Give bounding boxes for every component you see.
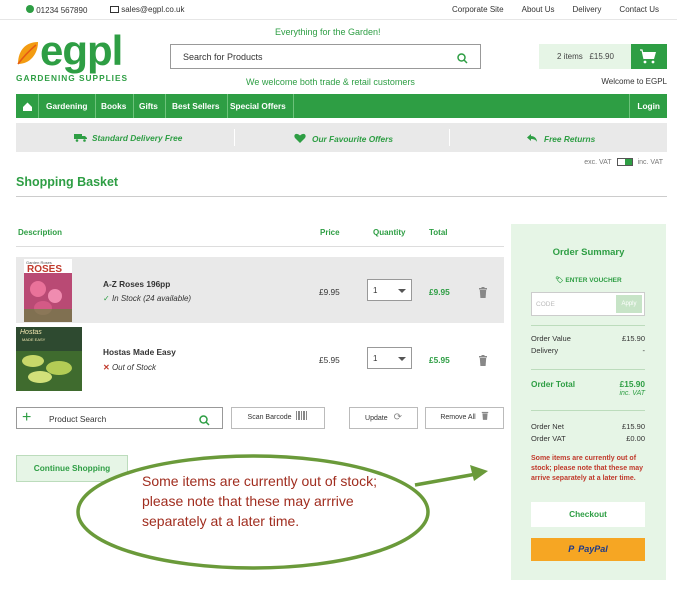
product-name[interactable]: A-Z Roses 196pp: [103, 279, 170, 289]
search-box[interactable]: Search for Products: [170, 44, 481, 69]
vat-ex-label: exc. VAT: [584, 158, 612, 166]
welcome-message: Welcome to EGPL: [601, 77, 667, 86]
email-contact[interactable]: sales@egpl.co.uk: [110, 5, 185, 14]
divider: [16, 196, 667, 197]
plus-icon: +: [22, 409, 32, 426]
nav-special-offers[interactable]: Special Offers: [223, 94, 294, 118]
enter-voucher-toggle[interactable]: 🏷 ENTER VOUCHER: [511, 276, 666, 284]
link-corporate-site[interactable]: Corporate Site: [452, 5, 504, 14]
phone-icon: [26, 5, 34, 13]
line-total: £9.95: [429, 287, 450, 297]
vat-toggle[interactable]: exc. VAT inc. VAT: [584, 158, 663, 166]
nav-books[interactable]: Books: [94, 94, 135, 118]
checkout-button[interactable]: Checkout: [531, 502, 645, 527]
quantity-select[interactable]: 1: [367, 347, 412, 369]
trade-welcome: We welcome both trade & retail customers: [246, 77, 415, 87]
unit-price: £9.95: [319, 287, 340, 297]
heart-icon: [294, 133, 306, 143]
link-about-us[interactable]: About Us: [522, 5, 555, 14]
stock-status: ✓ In Stock (24 available): [103, 294, 192, 303]
product-image-hostas[interactable]: Hostas MADE EASY: [16, 327, 82, 391]
phone-number: 01234 567890: [36, 6, 88, 15]
search-icon: [199, 413, 210, 431]
order-total-row: Order Total £15.90: [531, 379, 645, 389]
vat-inc-label: inc. VAT: [637, 158, 663, 166]
chevron-down-icon: [398, 357, 406, 361]
line-total: £5.95: [429, 355, 450, 365]
nav-gardening[interactable]: Gardening: [39, 94, 96, 118]
link-contact-us[interactable]: Contact Us: [619, 5, 659, 14]
trash-icon: [481, 411, 488, 420]
col-description: Description: [18, 228, 63, 237]
order-vat-row: Order VAT £0.00: [531, 434, 645, 443]
out-of-stock-warning: Some items are currently out of stock; p…: [531, 455, 644, 482]
return-arrow-icon: [527, 134, 537, 142]
envelope-icon: [110, 6, 119, 13]
truck-icon: [74, 134, 87, 142]
usp-returns: Free Returns: [526, 132, 595, 144]
basket-summary: 2 items £15.90: [557, 52, 614, 61]
col-total: Total: [429, 228, 448, 237]
phone-contact[interactable]: 01234 567890: [26, 5, 87, 15]
apply-voucher-button[interactable]: Apply: [616, 295, 642, 313]
check-icon: ✓: [103, 294, 110, 303]
order-net-row: Order Net £15.90: [531, 422, 645, 431]
paypal-button[interactable]: P PayPal: [531, 538, 645, 561]
logo-wordmark[interactable]: egpl: [40, 27, 123, 75]
top-bar: 01234 567890 sales@egpl.co.uk Corporate …: [0, 0, 677, 20]
top-links: Corporate Site About Us Delivery Contact…: [452, 5, 659, 14]
quantity-select[interactable]: 1: [367, 279, 412, 301]
email-address: sales@egpl.co.uk: [121, 5, 185, 14]
remove-all-button[interactable]: Remove All: [425, 407, 504, 429]
unit-price: £5.95: [319, 355, 340, 365]
order-summary-panel: Order Summary 🏷 ENTER VOUCHER CODE Apply…: [511, 224, 666, 580]
delivery-row: Delivery -: [531, 346, 645, 355]
search-icon[interactable]: [457, 51, 468, 69]
trash-icon[interactable]: [478, 285, 488, 303]
scan-barcode-button[interactable]: Scan Barcode: [231, 407, 325, 429]
paypal-icon: P: [568, 544, 575, 554]
divider: [16, 246, 504, 247]
callout-text: Some items are currently out of stock; p…: [142, 473, 377, 529]
main-nav: Gardening Books Gifts Best Sellers Speci…: [16, 94, 667, 118]
mini-basket[interactable]: 2 items £15.90: [539, 44, 667, 69]
cart-icon[interactable]: [631, 44, 667, 69]
logo-subtitle: GARDENING SUPPLIES: [16, 73, 129, 83]
trash-icon[interactable]: [478, 353, 488, 371]
nav-login[interactable]: Login: [629, 94, 667, 118]
page-title: Shopping Basket: [16, 175, 119, 189]
chevron-down-icon: [398, 289, 406, 293]
stock-status: ✕ Out of Stock: [103, 363, 156, 372]
refresh-icon: ⟳: [393, 412, 402, 423]
product-search-input[interactable]: + Product Search: [16, 407, 223, 429]
usp-delivery: Standard Delivery Free: [74, 132, 182, 143]
voucher-code-input[interactable]: CODE Apply: [531, 292, 645, 316]
vat-switch[interactable]: [616, 158, 633, 166]
update-button[interactable]: Update ⟳: [349, 407, 418, 429]
barcode-icon: [296, 411, 308, 420]
usp-strip: Standard Delivery Free Our Favourite Off…: [16, 123, 667, 152]
tagline: Everything for the Garden!: [275, 27, 381, 37]
product-name[interactable]: Hostas Made Easy: [103, 347, 176, 357]
nav-gifts[interactable]: Gifts: [132, 94, 166, 118]
usp-offers[interactable]: Our Favourite Offers: [294, 132, 393, 144]
tag-icon: 🏷: [555, 277, 564, 284]
nav-home[interactable]: [16, 94, 39, 118]
home-icon: [23, 102, 32, 111]
col-price: Price: [320, 228, 340, 237]
nav-best-sellers[interactable]: Best Sellers: [165, 94, 228, 118]
search-input[interactable]: Search for Products: [183, 52, 263, 62]
leaf-logo-icon[interactable]: [16, 40, 40, 71]
order-value-row: Order Value £15.90: [531, 334, 645, 343]
cross-icon: ✕: [103, 363, 110, 372]
order-summary-title: Order Summary: [552, 247, 625, 258]
col-quantity: Quantity: [373, 228, 406, 237]
product-image-roses[interactable]: Garden Roses ROSES: [24, 259, 72, 322]
link-delivery[interactable]: Delivery: [573, 5, 602, 14]
